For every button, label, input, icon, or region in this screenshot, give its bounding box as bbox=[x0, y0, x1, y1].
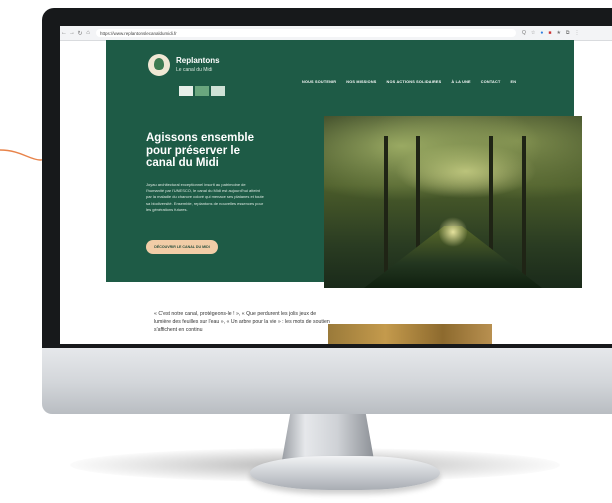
photo-light-glow bbox=[439, 216, 467, 248]
extension-dot-icon[interactable]: ● bbox=[540, 30, 543, 36]
monitor-stand-base bbox=[250, 456, 440, 490]
hero-title: Agissons ensemble pour préserver le cana… bbox=[146, 132, 255, 169]
partner-logo-icon bbox=[179, 86, 193, 96]
bookmark-star-icon[interactable]: ☆ bbox=[531, 30, 535, 36]
autumn-trees-photo bbox=[328, 324, 492, 344]
reload-icon[interactable]: ↻ bbox=[76, 30, 84, 37]
language-switch[interactable]: EN bbox=[510, 80, 516, 84]
monitor-chin bbox=[42, 344, 612, 414]
extension-icons: Q ☆ ● ■ ★ ⧉ ⋮ bbox=[522, 30, 580, 36]
address-bar[interactable]: https://www.replantonslecanaldumidi.fr bbox=[96, 29, 516, 37]
nav-item-nos-missions[interactable]: NOS MISSIONS bbox=[346, 80, 376, 84]
nav-item-nous-soutenir[interactable]: NOUS SOUTENIR bbox=[302, 80, 336, 84]
tabs-icon[interactable]: ⧉ bbox=[566, 30, 570, 36]
monitor-screen: ← → ↻ ⌂ https://www.replantonslecanaldum… bbox=[60, 26, 612, 344]
hero-body: Joyau architectural exceptionnel inscrit… bbox=[146, 182, 264, 212]
browser-toolbar: ← → ↻ ⌂ https://www.replantonslecanaldum… bbox=[60, 26, 612, 41]
partner-logo-icon bbox=[195, 86, 209, 96]
forward-icon[interactable]: → bbox=[68, 30, 76, 36]
main-nav: NOUS SOUTENIR NOS MISSIONS NOS ACTIONS S… bbox=[302, 80, 516, 84]
photo-tree-trunk bbox=[522, 136, 526, 286]
nav-item-nos-actions[interactable]: NOS ACTIONS SOLIDAIRES bbox=[387, 80, 442, 84]
partner-logos bbox=[179, 86, 225, 96]
photo-canopy bbox=[324, 116, 582, 216]
nav-item-a-la-une[interactable]: À LA UNE bbox=[451, 80, 470, 84]
partner-logo-icon bbox=[211, 86, 225, 96]
extension-square-icon[interactable]: ■ bbox=[548, 30, 551, 36]
menu-icon[interactable]: ⋮ bbox=[575, 30, 580, 36]
discover-canal-button[interactable]: DÉCOUVRIR LE CANAL DU MIDI bbox=[146, 240, 218, 254]
support-quote: « C'est notre canal, protégeons-le ! », … bbox=[154, 311, 330, 333]
search-icon[interactable]: Q bbox=[522, 30, 526, 36]
home-icon[interactable]: ⌂ bbox=[84, 30, 92, 36]
nav-item-contact[interactable]: CONTACT bbox=[481, 80, 501, 84]
canal-photo bbox=[324, 116, 582, 288]
tree-logo-icon[interactable] bbox=[148, 54, 170, 76]
hero-section: Replantons Le canal du Midi NOUS SOUTENI… bbox=[106, 40, 582, 288]
brand-subtitle: Le canal du Midi bbox=[176, 67, 213, 73]
photo-tree-trunk bbox=[384, 136, 388, 286]
brand-title[interactable]: Replantons bbox=[176, 56, 220, 65]
favorites-icon[interactable]: ★ bbox=[556, 30, 560, 36]
monitor-stand-neck bbox=[282, 408, 374, 460]
back-icon[interactable]: ← bbox=[60, 30, 68, 36]
address-url: https://www.replantonslecanaldumidi.fr bbox=[100, 30, 177, 36]
